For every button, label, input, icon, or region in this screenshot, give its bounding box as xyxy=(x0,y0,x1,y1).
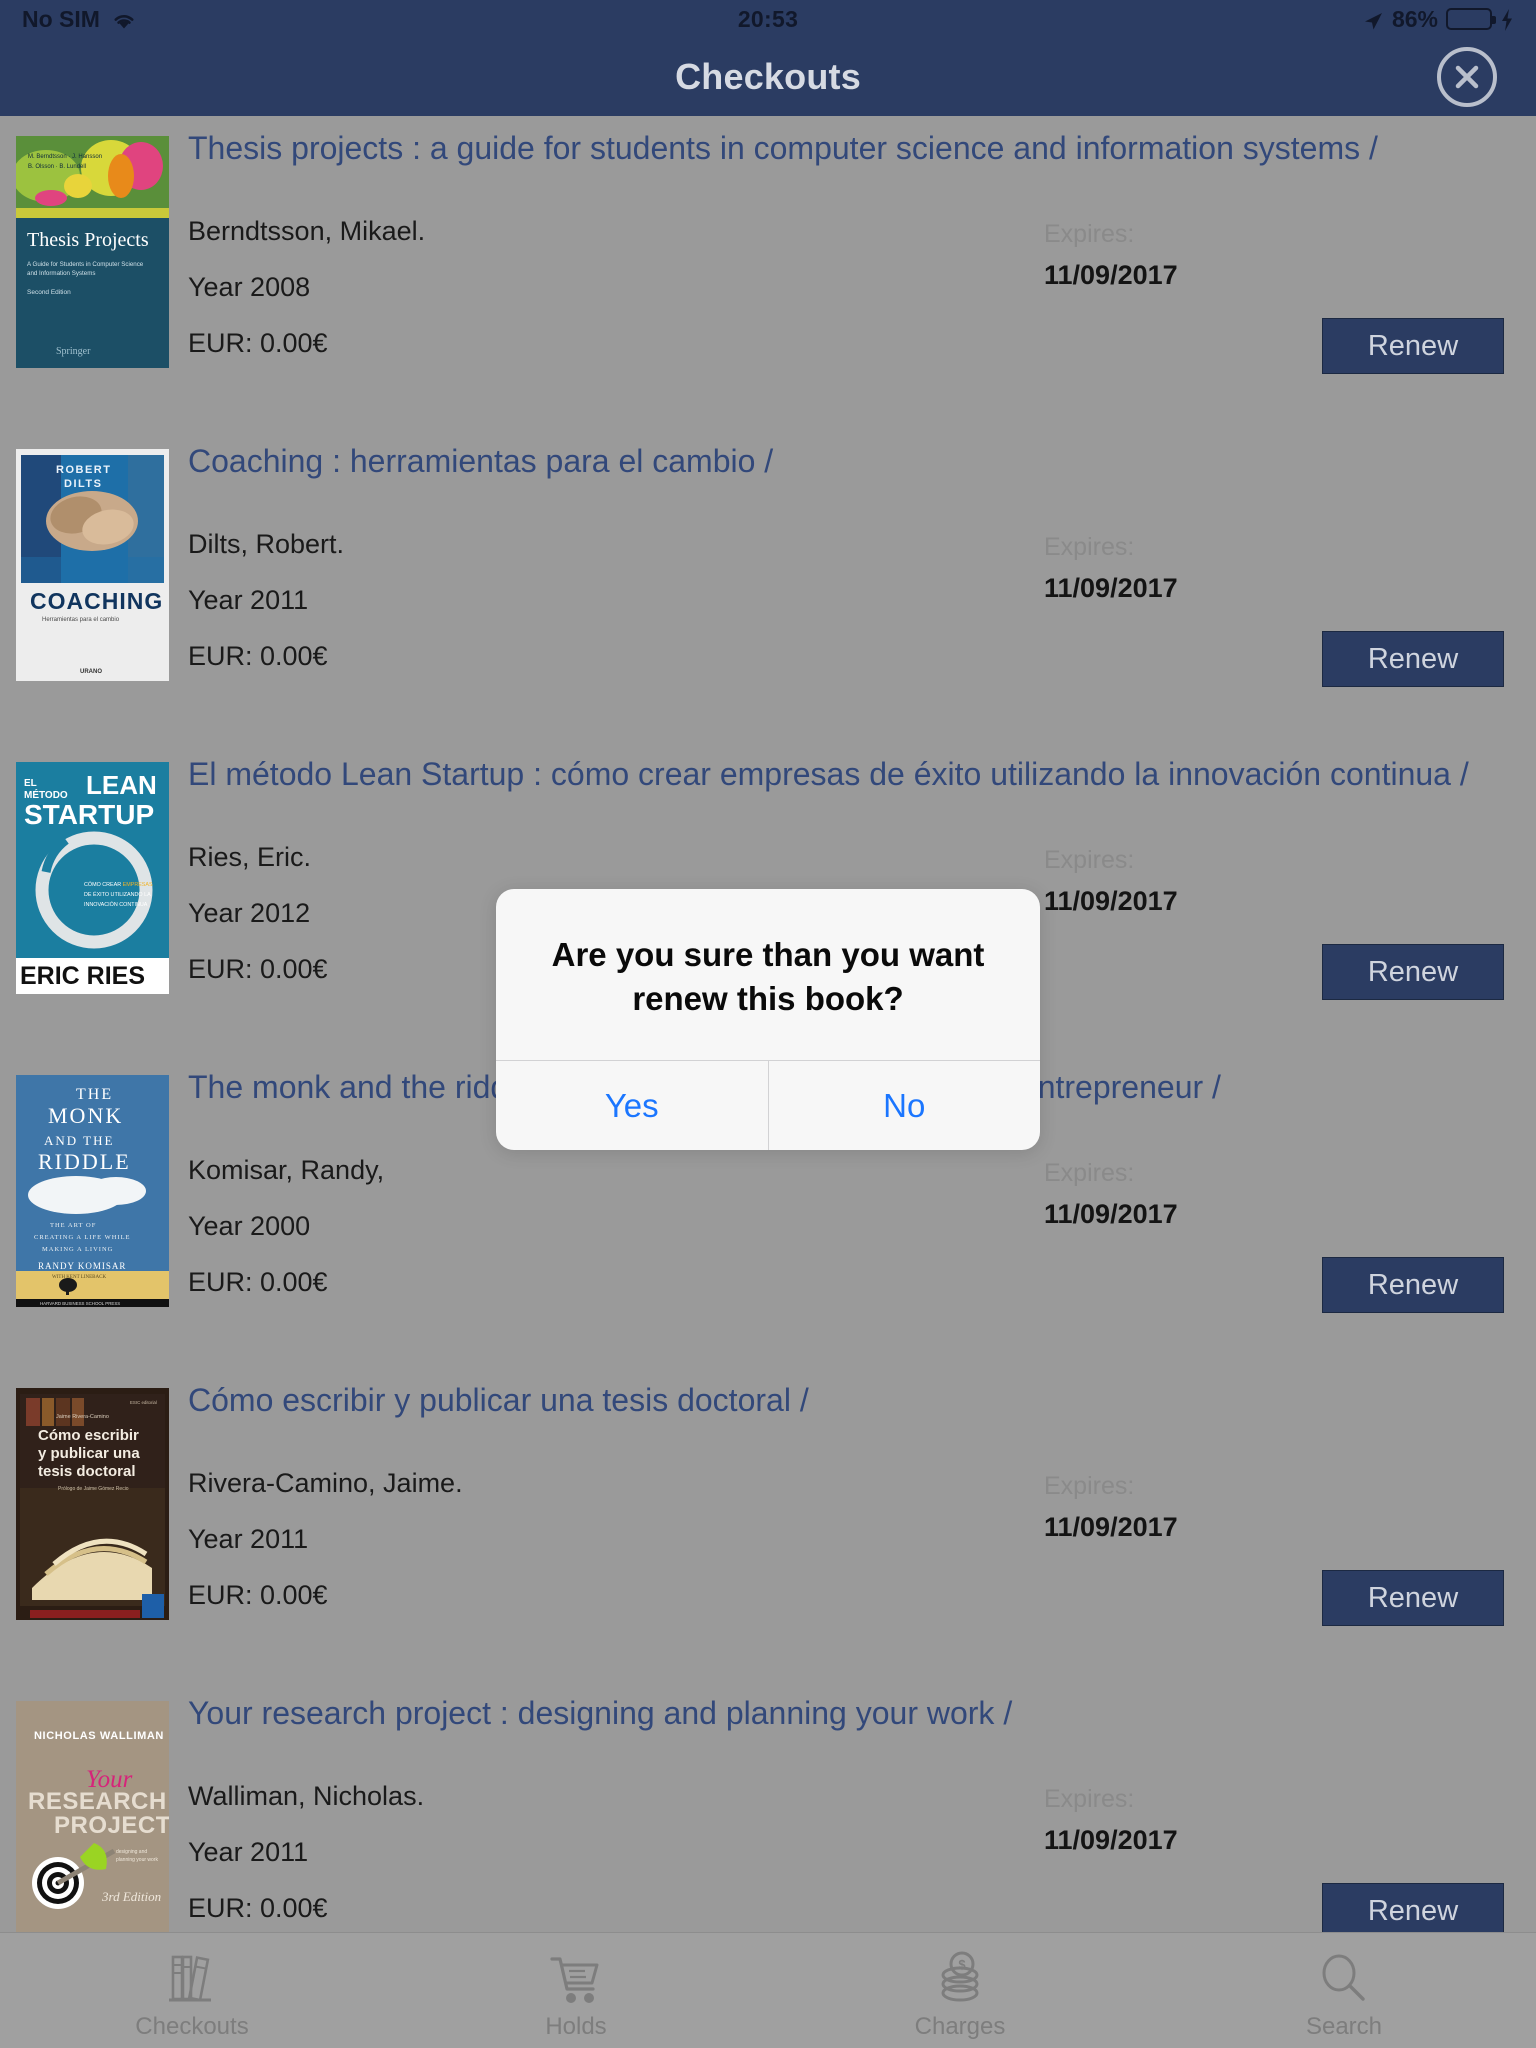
alert-no-button[interactable]: No xyxy=(767,1061,1041,1151)
alert-yes-button[interactable]: Yes xyxy=(496,1061,768,1150)
app-root: No SIM 20:53 86% Checkouts M. Berndtsson… xyxy=(0,0,1536,2048)
alert-overlay: Are you sure than you want renew this bo… xyxy=(0,0,1536,2048)
alert-message: Are you sure than you want renew this bo… xyxy=(551,936,985,1017)
renew-confirm-dialog: Are you sure than you want renew this bo… xyxy=(496,889,1041,1151)
alert-body: Are you sure than you want renew this bo… xyxy=(496,889,1040,1060)
alert-actions: Yes No xyxy=(496,1060,1041,1151)
